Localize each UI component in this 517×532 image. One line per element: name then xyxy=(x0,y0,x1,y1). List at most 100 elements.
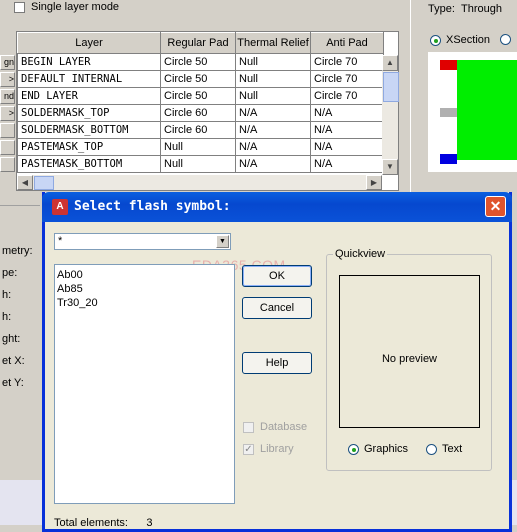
column-header[interactable]: Thermal Relief xyxy=(235,32,311,54)
table-cell[interactable]: Circle 50 xyxy=(160,70,236,88)
table-cell[interactable]: N/A xyxy=(235,138,311,156)
table-row[interactable]: DEFAULT INTERNAL Circle 50 Null Circle 70 xyxy=(17,70,384,88)
column-header[interactable]: Layer xyxy=(17,32,161,54)
table-cell[interactable]: PASTEMASK_BOTTOM xyxy=(17,155,161,173)
checkbox-box[interactable] xyxy=(243,443,254,455)
table-cell[interactable]: Null xyxy=(160,138,236,156)
ok-button[interactable]: OK xyxy=(242,265,312,287)
row-button[interactable] xyxy=(0,140,15,155)
table-row[interactable]: END LAYER Circle 50 Null Circle 70 xyxy=(17,87,384,105)
no-preview-text: No preview xyxy=(381,353,438,365)
table-cell[interactable]: Circle 50 xyxy=(160,53,236,71)
table-cell[interactable]: DEFAULT INTERNAL xyxy=(17,70,161,88)
list-item[interactable]: Ab00 xyxy=(57,268,232,282)
table-cell[interactable]: END LAYER xyxy=(17,87,161,105)
table-row[interactable]: PASTEMASK_BOTTOM Null N/A N/A xyxy=(17,155,384,173)
table-cell[interactable]: Null xyxy=(235,70,311,88)
row-button[interactable]: nd xyxy=(0,89,15,104)
table-row[interactable]: BEGIN LAYER Circle 50 Null Circle 70 xyxy=(17,53,384,71)
field-label: pe: xyxy=(2,267,18,279)
row-button[interactable] xyxy=(0,157,15,172)
row-button[interactable] xyxy=(0,123,15,138)
text-radio[interactable]: Text xyxy=(426,443,462,455)
table-row[interactable]: PASTEMASK_TOP Null N/A N/A xyxy=(17,138,384,156)
padstack-layer-grid: Layer Regular Pad Thermal Relief Anti Pa… xyxy=(16,31,399,191)
symbol-listbox[interactable]: Ab00 Ab85 Tr30_20 xyxy=(54,264,235,504)
table-cell[interactable]: BEGIN LAYER xyxy=(17,53,161,71)
field-label: metry: xyxy=(2,245,33,257)
table-cell[interactable]: SOLDERMASK_TOP xyxy=(17,104,161,122)
table-row[interactable]: SOLDERMASK_TOP Circle 60 N/A N/A xyxy=(17,104,384,122)
column-header[interactable]: Anti Pad xyxy=(310,32,384,54)
field-label: h: xyxy=(2,311,12,323)
filter-combobox[interactable]: * ▼ xyxy=(54,233,231,250)
scroll-down-icon[interactable]: ▼ xyxy=(382,159,398,175)
table-cell[interactable]: N/A xyxy=(235,121,311,139)
table-cell[interactable]: N/A xyxy=(235,155,311,173)
single-layer-mode-checkbox[interactable]: Single layer mode xyxy=(14,1,119,13)
type-readout: Type: Through xyxy=(428,3,502,15)
total-elements: Total elements: 3 xyxy=(54,517,152,529)
database-label: Database xyxy=(260,421,308,433)
grid-horizontal-scrollbar[interactable]: ◀ ▶ xyxy=(17,175,382,190)
single-layer-mode-label: Single layer mode xyxy=(31,1,120,13)
table-cell[interactable]: Null xyxy=(235,87,311,105)
radio-dot[interactable] xyxy=(430,34,441,46)
xsection-radio[interactable]: XSection xyxy=(430,34,490,46)
inner-pad-gray xyxy=(440,108,457,117)
radio-dot[interactable] xyxy=(500,34,511,45)
table-cell[interactable]: Circle 70 xyxy=(310,53,384,71)
database-checkbox[interactable]: Database xyxy=(243,421,307,433)
second-view-radio[interactable] xyxy=(500,34,511,48)
row-button[interactable]: > xyxy=(0,106,15,121)
cancel-button[interactable]: Cancel xyxy=(242,297,312,319)
filter-value: * xyxy=(58,235,63,247)
radio-dot[interactable] xyxy=(348,443,359,455)
checkbox-box[interactable] xyxy=(243,421,254,433)
field-label: et Y: xyxy=(2,377,24,389)
scroll-thumb[interactable] xyxy=(383,72,399,102)
chevron-down-icon[interactable]: ▼ xyxy=(216,235,229,248)
table-cell[interactable]: N/A xyxy=(310,121,384,139)
bottom-pad-blue xyxy=(440,154,457,164)
quickview-label: Quickview xyxy=(333,248,388,260)
scroll-thumb[interactable] xyxy=(34,176,54,190)
close-icon[interactable]: ✕ xyxy=(485,196,506,217)
total-elements-value: 3 xyxy=(146,517,153,529)
row-button[interactable]: gn xyxy=(0,55,15,70)
graphics-radio[interactable]: Graphics xyxy=(348,443,408,455)
table-cell[interactable]: Circle 70 xyxy=(310,70,384,88)
checkbox-box[interactable] xyxy=(14,1,25,13)
field-label: h: xyxy=(2,289,12,301)
list-item[interactable]: Tr30_20 xyxy=(57,296,232,310)
drill-green xyxy=(457,60,517,160)
table-cell[interactable]: N/A xyxy=(310,155,384,173)
table-cell[interactable]: N/A xyxy=(310,104,384,122)
table-cell[interactable]: Circle 60 xyxy=(160,121,236,139)
table-cell[interactable]: Null xyxy=(235,53,311,71)
help-button[interactable]: Help xyxy=(242,352,312,374)
table-cell[interactable]: N/A xyxy=(235,104,311,122)
field-label: ght: xyxy=(2,333,21,345)
table-cell[interactable]: SOLDERMASK_BOTTOM xyxy=(17,121,161,139)
total-elements-label: Total elements: xyxy=(54,517,128,529)
library-label: Library xyxy=(260,443,294,455)
top-pad-red xyxy=(440,60,457,70)
library-checkbox[interactable]: Library xyxy=(243,443,294,455)
table-cell[interactable]: Null xyxy=(160,155,236,173)
table-cell[interactable]: Circle 60 xyxy=(160,104,236,122)
row-button[interactable]: > xyxy=(0,72,15,87)
table-cell[interactable]: Circle 70 xyxy=(310,87,384,105)
list-item[interactable]: Ab85 xyxy=(57,282,232,296)
scroll-left-icon[interactable]: ◀ xyxy=(17,175,33,190)
table-row[interactable]: SOLDERMASK_BOTTOM Circle 60 N/A N/A xyxy=(17,121,384,139)
grid-vertical-scrollbar[interactable]: ▲ ▼ xyxy=(382,55,399,175)
radio-dot[interactable] xyxy=(426,443,437,455)
graphics-label: Graphics xyxy=(364,443,409,455)
scroll-right-icon[interactable]: ▶ xyxy=(366,175,382,190)
table-cell[interactable]: N/A xyxy=(310,138,384,156)
table-cell[interactable]: PASTEMASK_TOP xyxy=(17,138,161,156)
column-header[interactable]: Regular Pad xyxy=(160,32,236,54)
scroll-up-icon[interactable]: ▲ xyxy=(382,55,398,71)
table-cell[interactable]: Circle 50 xyxy=(160,87,236,105)
